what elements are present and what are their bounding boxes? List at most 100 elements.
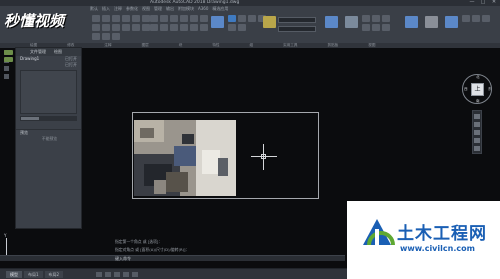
- paste-button[interactable]: [424, 16, 439, 38]
- viewcube-north[interactable]: 北: [476, 75, 480, 80]
- tab-model[interactable]: 模型: [6, 271, 22, 278]
- tab-output[interactable]: 输出: [166, 6, 174, 12]
- panel-block[interactable]: 块: [179, 43, 183, 48]
- trim-icon[interactable]: [112, 24, 120, 31]
- join-icon[interactable]: [180, 15, 188, 22]
- erase-icon[interactable]: [150, 15, 158, 22]
- palette-tab-files[interactable]: 文件管理: [30, 48, 46, 56]
- horizontal-scrollbar[interactable]: [20, 116, 77, 121]
- lengthen-icon[interactable]: [160, 24, 168, 31]
- revcloud-icon[interactable]: [238, 24, 246, 31]
- chamfer-icon[interactable]: [200, 15, 208, 22]
- showmotion-icon[interactable]: [474, 146, 480, 151]
- strip-icon[interactable]: [4, 66, 9, 71]
- tab-featured[interactable]: 精选应用: [212, 6, 228, 12]
- scale-icon[interactable]: [102, 33, 110, 40]
- lineweight-icon[interactable]: [382, 15, 390, 22]
- viewcube[interactable]: 北 南 东 西 上: [462, 74, 492, 104]
- command-input[interactable]: 键入命令: [115, 256, 131, 262]
- explode-icon[interactable]: [160, 15, 168, 22]
- panel-clipboard[interactable]: 剪贴板: [328, 43, 339, 48]
- base-view-button[interactable]: [444, 16, 459, 38]
- mtext-icon[interactable]: [228, 24, 236, 31]
- palette-side-tab[interactable]: [4, 50, 13, 55]
- viewcube-top-face[interactable]: 上: [471, 83, 484, 96]
- color-icon[interactable]: [362, 15, 370, 22]
- rotate-icon[interactable]: [102, 24, 110, 31]
- tab-annotate[interactable]: 注释: [114, 6, 122, 12]
- hatch-icon[interactable]: [142, 15, 150, 22]
- tab-parametric[interactable]: 参数化: [126, 6, 138, 12]
- snap-toggle-icon[interactable]: [105, 272, 111, 277]
- palette-tab-drawing[interactable]: 绘图: [54, 48, 62, 56]
- panel-view[interactable]: 视图: [368, 43, 375, 48]
- viewcube-south[interactable]: 南: [476, 99, 480, 104]
- layer-properties-button[interactable]: [262, 16, 277, 38]
- palette-side-tab[interactable]: [4, 57, 13, 62]
- rectangle-icon[interactable]: [132, 15, 140, 22]
- minimize-button[interactable]: —: [468, 0, 476, 5]
- steering-wheel-icon[interactable]: [474, 114, 480, 119]
- tab-layout2[interactable]: 布局2: [44, 271, 64, 278]
- tab-layout1[interactable]: 布局1: [24, 271, 43, 278]
- section-icon[interactable]: [472, 15, 480, 22]
- file-list[interactable]: [20, 70, 77, 114]
- viewcube-east[interactable]: 东: [488, 87, 492, 92]
- tab-insert[interactable]: 插入: [102, 6, 110, 12]
- tab-a360[interactable]: A360: [198, 6, 208, 12]
- linetype-icon[interactable]: [372, 15, 380, 22]
- offset-icon[interactable]: [170, 15, 178, 22]
- close-button[interactable]: ✕: [490, 0, 498, 5]
- scrollbar-thumb[interactable]: [21, 117, 39, 120]
- move-icon[interactable]: [92, 24, 100, 31]
- polyline-icon[interactable]: [102, 15, 110, 22]
- line-icon[interactable]: [92, 15, 100, 22]
- fillet-icon[interactable]: [142, 24, 150, 31]
- panel-layers[interactable]: 图层: [142, 43, 149, 48]
- ungroup-icon[interactable]: [372, 24, 380, 31]
- edit-icon[interactable]: [180, 24, 188, 31]
- tab-manage[interactable]: 管理: [154, 6, 162, 12]
- table-icon[interactable]: [248, 15, 256, 22]
- group-icon[interactable]: [362, 24, 370, 31]
- panel-groups[interactable]: 组: [250, 43, 254, 48]
- align-icon[interactable]: [170, 24, 178, 31]
- detail-icon[interactable]: [482, 15, 490, 22]
- layer-dropdown[interactable]: [278, 17, 316, 23]
- match-properties-button[interactable]: [344, 16, 359, 38]
- panel-properties[interactable]: 特性: [212, 43, 219, 48]
- osnap-toggle-icon[interactable]: [132, 272, 138, 277]
- maximize-button[interactable]: □: [479, 0, 487, 5]
- tab-view[interactable]: 视图: [142, 6, 150, 12]
- tab-default[interactable]: 默认: [90, 6, 98, 12]
- strip-icon[interactable]: [4, 74, 9, 79]
- pan-icon[interactable]: [474, 122, 480, 127]
- ortho-toggle-icon[interactable]: [114, 272, 120, 277]
- panel-utilities[interactable]: 实用工具: [283, 43, 297, 48]
- inserted-image[interactable]: [134, 120, 236, 196]
- insert-button[interactable]: [324, 16, 339, 38]
- viewcube-west[interactable]: 西: [464, 87, 468, 92]
- circle-icon[interactable]: [112, 15, 120, 22]
- grid-toggle-icon[interactable]: [96, 272, 102, 277]
- panel-annotate[interactable]: 注释: [104, 43, 111, 48]
- extend-icon[interactable]: [150, 24, 158, 31]
- blend-icon[interactable]: [200, 24, 208, 31]
- divide-icon[interactable]: [190, 24, 198, 31]
- measure-button[interactable]: [404, 16, 419, 38]
- file-row[interactable]: 已打开: [16, 62, 81, 68]
- command-line[interactable]: 键入命令: [0, 255, 345, 261]
- polar-toggle-icon[interactable]: [123, 272, 129, 277]
- stretch-icon[interactable]: [92, 33, 100, 40]
- dimension-icon[interactable]: [228, 15, 236, 22]
- group-edit-icon[interactable]: [382, 24, 390, 31]
- mirror-icon[interactable]: [132, 24, 140, 31]
- layer-state-dropdown[interactable]: [278, 26, 316, 32]
- copy-icon[interactable]: [122, 24, 130, 31]
- array-icon[interactable]: [112, 33, 120, 40]
- viewport-icon[interactable]: [462, 15, 470, 22]
- orbit-icon[interactable]: [474, 138, 480, 143]
- text-button[interactable]: [210, 16, 225, 38]
- arc-icon[interactable]: [122, 15, 130, 22]
- break-icon[interactable]: [190, 15, 198, 22]
